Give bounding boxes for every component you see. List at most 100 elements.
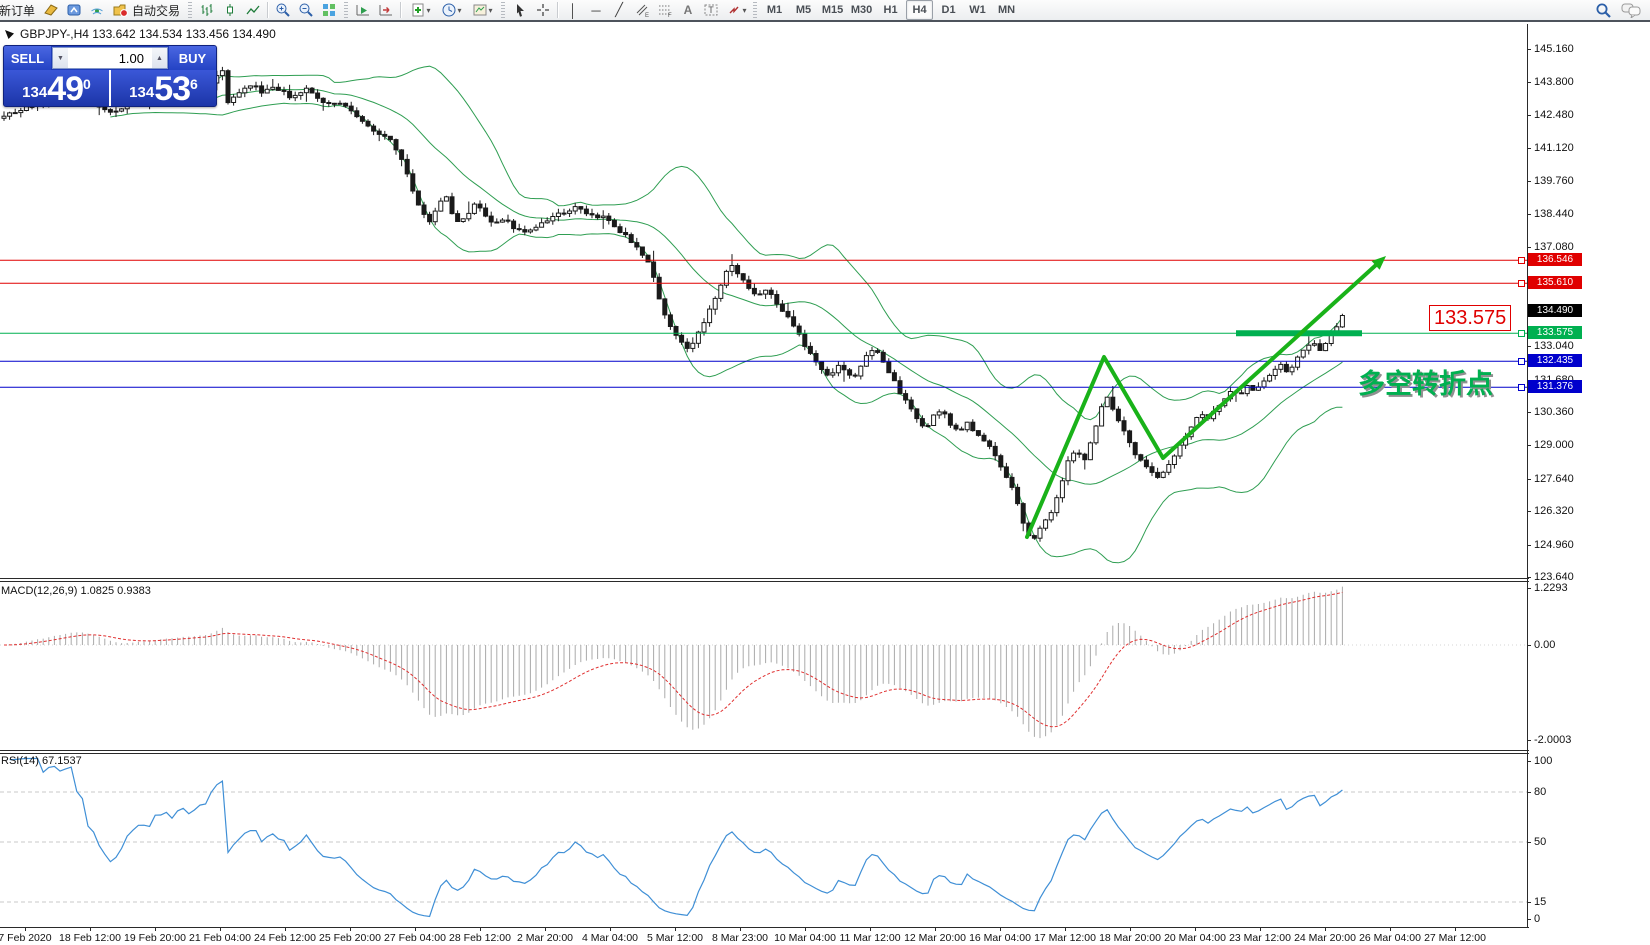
- annotation-note[interactable]: 多空转折点: [1358, 362, 1493, 401]
- date-tick: [675, 928, 676, 931]
- autotrade-button[interactable]: 自动交易: [109, 0, 184, 20]
- pane-divider[interactable]: [0, 753, 1529, 754]
- date-label[interactable]: 18 Mar 20:00: [1099, 932, 1161, 944]
- level-price-badge: 132.435: [1528, 354, 1582, 367]
- volume-value[interactable]: 1.00: [68, 48, 152, 68]
- crosshair-icon[interactable]: [532, 0, 554, 20]
- arrows-icon[interactable]: ▾: [723, 0, 749, 20]
- autotrade-label: 自动交易: [132, 2, 180, 19]
- date-label[interactable]: 7 Feb 2020: [0, 932, 52, 944]
- timeframe-w1[interactable]: W1: [964, 0, 991, 20]
- bar-chart-icon[interactable]: [196, 0, 218, 20]
- date-tick: [1455, 928, 1456, 931]
- zoom-out-icon[interactable]: [295, 0, 317, 20]
- pane-divider[interactable]: [0, 578, 1529, 579]
- date-tick: [285, 928, 286, 931]
- price-tick: [1527, 214, 1531, 215]
- date-label[interactable]: 5 Mar 12:00: [647, 932, 703, 944]
- date-label[interactable]: 27 Mar 12:00: [1424, 932, 1486, 944]
- date-label[interactable]: 16 Mar 04:00: [969, 932, 1031, 944]
- timeframe-d1[interactable]: D1: [935, 0, 962, 20]
- svg-text:A: A: [684, 3, 693, 17]
- rsi-pane[interactable]: [0, 752, 1527, 927]
- date-label[interactable]: 20 Mar 04:00: [1164, 932, 1226, 944]
- timeframe-h1[interactable]: H1: [877, 0, 904, 20]
- annotation-price-tag[interactable]: 133.575: [1429, 305, 1511, 331]
- date-label[interactable]: 24 Mar 20:00: [1294, 932, 1356, 944]
- date-tick: [1065, 928, 1066, 931]
- new-order-button[interactable]: 新订单: [0, 0, 39, 20]
- sell-price-button[interactable]: 134 49 0: [4, 70, 111, 106]
- level-price-badge: 131.376: [1528, 380, 1582, 393]
- timeframe-h4[interactable]: H4: [906, 0, 933, 20]
- timeframe-m5[interactable]: M5: [790, 0, 817, 20]
- sell-price-sup: 0: [83, 76, 91, 92]
- text-icon[interactable]: A: [677, 0, 699, 20]
- zoom-in-icon[interactable]: [272, 0, 294, 20]
- trendline-icon[interactable]: ╱: [608, 0, 630, 20]
- text-label-icon[interactable]: T: [700, 0, 722, 20]
- pane-divider[interactable]: [0, 581, 1529, 582]
- autotrade-icon: [113, 2, 129, 18]
- search-icon[interactable]: [1592, 0, 1614, 20]
- date-label[interactable]: 4 Mar 04:00: [582, 932, 638, 944]
- book-icon[interactable]: [40, 0, 62, 20]
- horizontal-line-icon[interactable]: ─: [585, 0, 607, 20]
- cursor-icon[interactable]: [509, 0, 531, 20]
- candlestick-chart-icon[interactable]: [219, 0, 241, 20]
- date-tick: [1325, 928, 1326, 931]
- publish-chart-icon[interactable]: [63, 0, 85, 20]
- date-label[interactable]: 19 Feb 20:00: [124, 932, 186, 944]
- price-tick-label: 141.120: [1534, 142, 1574, 154]
- date-label[interactable]: 24 Feb 12:00: [254, 932, 316, 944]
- indicators-add-icon[interactable]: ▾: [405, 0, 435, 20]
- date-label[interactable]: 2 Mar 20:00: [517, 932, 573, 944]
- level-hook: [1518, 330, 1525, 337]
- price-tick: [1527, 49, 1531, 50]
- buy-button[interactable]: BUY: [169, 46, 216, 70]
- date-label[interactable]: 8 Mar 23:00: [712, 932, 768, 944]
- date-label[interactable]: 11 Mar 12:00: [839, 932, 900, 944]
- equidistant-channel-icon[interactable]: E: [631, 0, 653, 20]
- date-label[interactable]: 27 Feb 04:00: [384, 932, 446, 944]
- date-label[interactable]: 18 Feb 12:00: [59, 932, 121, 944]
- timeframe-m15[interactable]: M15: [819, 0, 846, 20]
- fibonacci-icon[interactable]: F: [654, 0, 676, 20]
- chart-shift-icon[interactable]: [375, 0, 397, 20]
- tile-windows-icon[interactable]: [318, 0, 340, 20]
- timeframe-m1[interactable]: M1: [761, 0, 788, 20]
- periods-icon[interactable]: ▾: [436, 0, 466, 20]
- volume-decrease-button[interactable]: ▼: [53, 48, 68, 68]
- rsi-tick: [1527, 792, 1531, 793]
- timeframe-mn[interactable]: MN: [993, 0, 1020, 20]
- date-label[interactable]: 28 Feb 12:00: [449, 932, 511, 944]
- pane-divider[interactable]: [0, 750, 1529, 751]
- date-label[interactable]: 12 Mar 20:00: [904, 932, 966, 944]
- date-label[interactable]: 10 Mar 04:00: [774, 932, 836, 944]
- vertical-line-icon[interactable]: │: [562, 0, 584, 20]
- date-label[interactable]: 17 Mar 12:00: [1034, 932, 1096, 944]
- date-label[interactable]: 23 Mar 12:00: [1229, 932, 1291, 944]
- date-label[interactable]: 26 Mar 04:00: [1359, 932, 1421, 944]
- line-chart-icon[interactable]: [242, 0, 264, 20]
- price-chart[interactable]: [0, 24, 1527, 580]
- buy-price-big: 53: [154, 74, 190, 104]
- volume-increase-button[interactable]: ▲: [152, 48, 167, 68]
- toolbar-separator: [267, 2, 269, 18]
- signals-icon[interactable]: [86, 0, 108, 20]
- auto-scroll-icon[interactable]: [352, 0, 374, 20]
- chat-icon[interactable]: [1620, 0, 1642, 20]
- buy-price-prefix: 134: [129, 84, 154, 101]
- sell-button[interactable]: SELL: [4, 46, 51, 70]
- svg-text:T: T: [708, 5, 714, 15]
- date-tick: [870, 928, 871, 931]
- chevron-down-icon: ▾: [427, 6, 431, 15]
- price-tick: [1527, 148, 1531, 149]
- timeframe-m30[interactable]: M30: [848, 0, 875, 20]
- rsi-value: 67.1537: [42, 755, 82, 767]
- date-label[interactable]: 25 Feb 20:00: [319, 932, 381, 944]
- date-label[interactable]: 21 Feb 04:00: [189, 932, 251, 944]
- templates-icon[interactable]: ▾: [467, 0, 497, 20]
- buy-price-button[interactable]: 134 53 6: [111, 70, 216, 106]
- macd-pane[interactable]: [0, 580, 1527, 750]
